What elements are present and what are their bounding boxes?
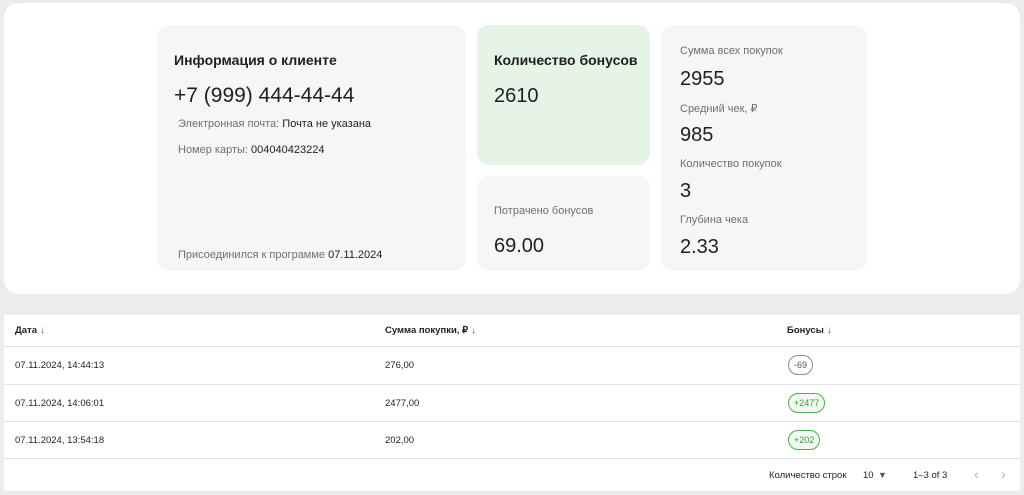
previous-page-icon[interactable]: ‹ (974, 466, 979, 482)
table-row[interactable]: 07.11.2024, 14:06:01 2477,00 +2477 (4, 385, 1020, 422)
average-check-value: 985 (680, 124, 714, 146)
total-purchases-label: Сумма всех покупок (680, 45, 783, 57)
column-header-amount[interactable]: Сумма покупки, ₽ ↓ (385, 325, 476, 336)
bonus-chip: +2477 (788, 393, 826, 413)
row-date: 07.11.2024, 14:44:13 (15, 360, 105, 371)
purchase-count-value: 3 (680, 180, 692, 202)
check-depth-value: 2.33 (680, 236, 719, 258)
table-row[interactable]: 07.11.2024, 13:54:18 202,00 +202 (4, 422, 1020, 459)
email-value: Почта не указана (282, 118, 372, 130)
row-date: 07.11.2024, 13:54:18 (15, 435, 105, 446)
check-depth-label: Глубина чека (680, 214, 749, 226)
client-info-title: Информация о клиенте (174, 52, 337, 68)
row-divider (4, 458, 1020, 459)
bonus-balance-card: Количество бонусов 2610 (477, 25, 650, 165)
bonus-spent-value: 69.00 (494, 235, 545, 257)
column-header-date-label: Дата (15, 325, 37, 336)
row-amount: 276,00 (385, 360, 415, 371)
row-amount: 202,00 (385, 435, 415, 446)
sort-arrow-down-icon: ↓ (826, 325, 832, 336)
bonus-spent-card: Потрачено бонусов 69.00 (477, 176, 650, 271)
row-date: 07.11.2024, 14:06:01 (15, 398, 105, 409)
next-page-icon[interactable]: › (1001, 466, 1006, 482)
bonus-balance-title: Количество бонусов (494, 52, 638, 68)
column-header-bonus-label: Бонусы (787, 325, 824, 336)
email-label: Электронная почта: (178, 118, 280, 130)
sort-arrow-down-icon: ↓ (40, 325, 45, 336)
total-purchases-value: 2955 (680, 68, 725, 90)
bonus-chip: +202 (788, 430, 821, 450)
card-number-value: 004040423224 (251, 144, 325, 156)
transactions-table: Дата ↓ Сумма покупки, ₽ ↓ Бонусы ↓ 07.11.20… (4, 315, 1020, 491)
client-info-card: Информация о клиенте +7 (999) 444-44-44 … (157, 25, 466, 271)
bonus-chip: -69 (788, 355, 814, 375)
table-row[interactable]: 07.11.2024, 14:44:13 276,00 -69 (4, 347, 1020, 384)
column-header-date[interactable]: Дата ↓ (15, 325, 45, 336)
column-header-bonus[interactable]: Бонусы ↓ (787, 325, 832, 336)
pagination-range: 1–3 of 3 (913, 470, 948, 481)
bonus-balance-value: 2610 (494, 85, 539, 107)
joined-value: 07.11.2024 (328, 249, 383, 261)
row-amount: 2477,00 (385, 398, 420, 409)
joined-label: Присоединился к программе (178, 249, 326, 261)
rows-per-page-label: Количество строк (769, 470, 847, 481)
table-pagination: Количество строк 10 ▼ 1–3 of 3 ‹ › (4, 460, 1020, 491)
column-header-amount-label: Сумма покупки, ₽ (385, 325, 469, 336)
client-summary-panel: Информация о клиенте +7 (999) 444-44-44 … (4, 3, 1020, 294)
average-check-label: Средний чек, ₽ (680, 103, 758, 115)
bonus-spent-label: Потрачено бонусов (494, 205, 594, 217)
purchase-count-label: Количество покупок (680, 158, 782, 170)
purchase-stats-card: Сумма всех покупок 2955 Средний чек, ₽ 9… (661, 25, 867, 271)
client-phone: +7 (999) 444-44-44 (174, 84, 355, 107)
joined-row: Присоединился к программе 07.11.2024 (178, 249, 382, 261)
card-number-label: Номер карты: (178, 144, 248, 156)
card-number-row: Номер карты: 004040423224 (178, 144, 324, 156)
chevron-down-icon[interactable]: ▼ (878, 470, 887, 480)
email-row: Электронная почта: Почта не указана (178, 118, 371, 130)
rows-per-page-select[interactable]: 10 (863, 470, 874, 481)
sort-arrow-down-icon: ↓ (471, 325, 477, 336)
